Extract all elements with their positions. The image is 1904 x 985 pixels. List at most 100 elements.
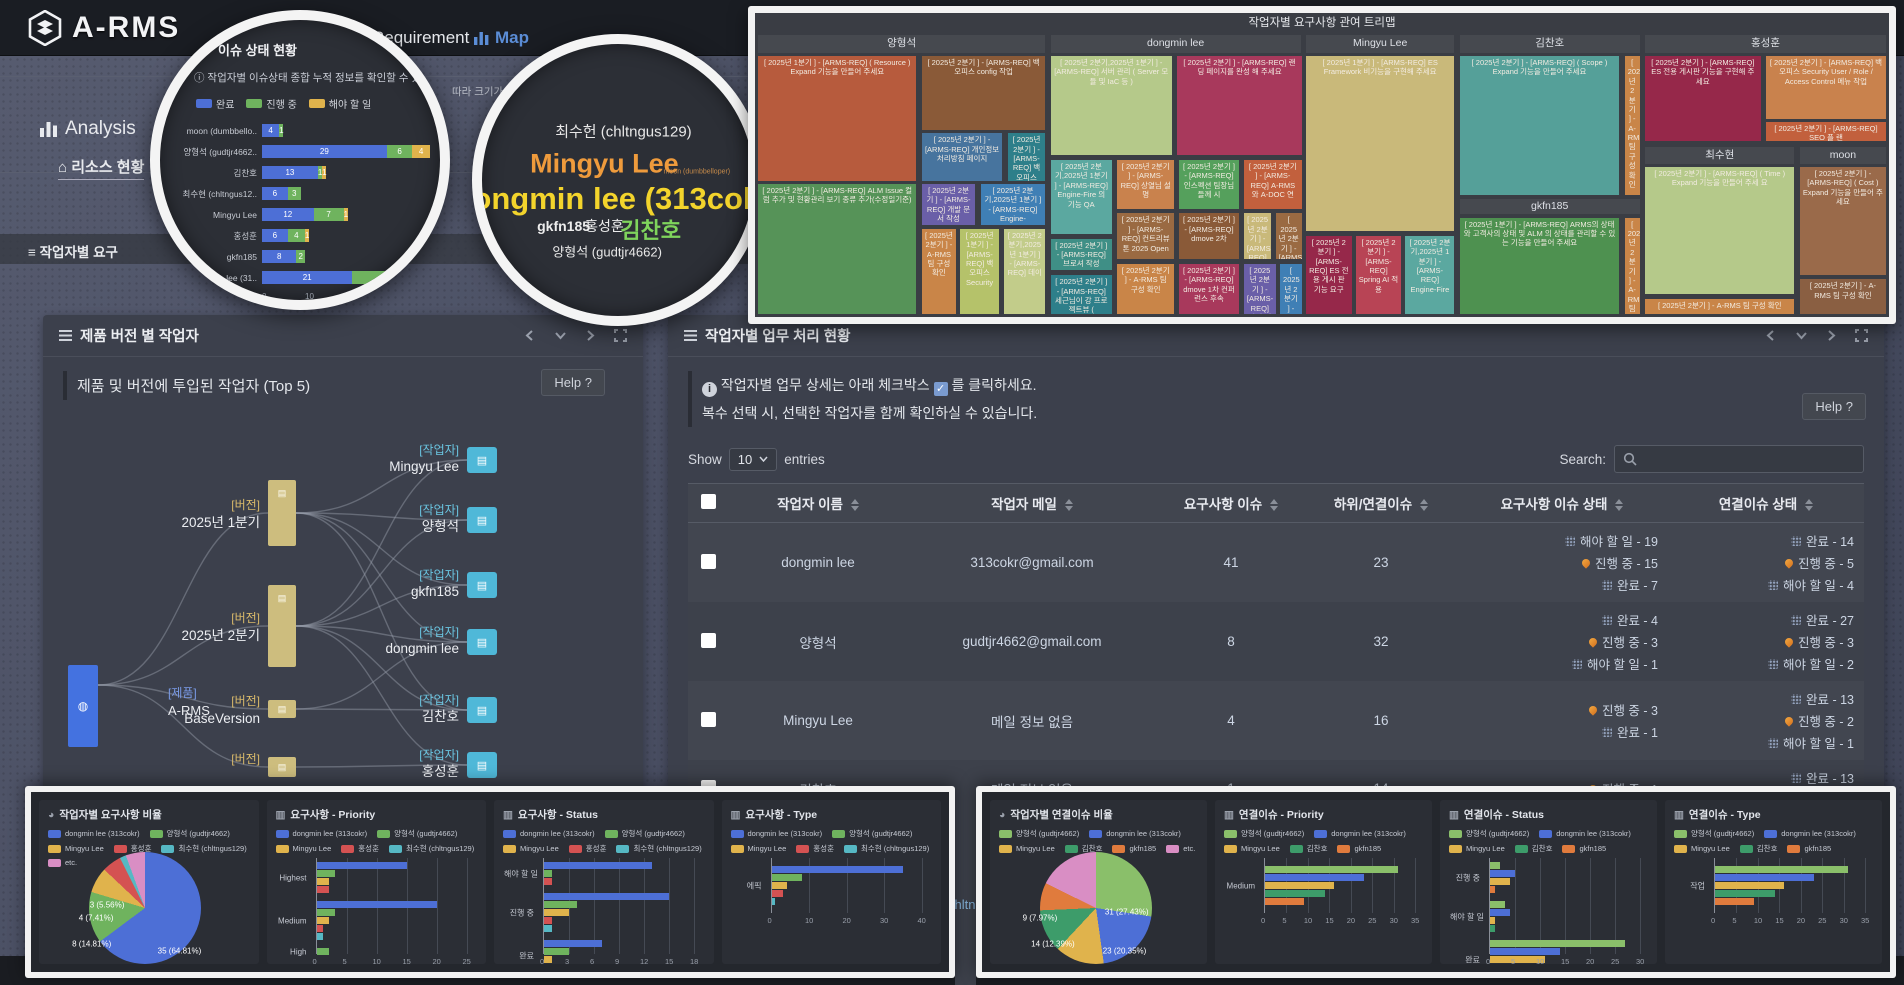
- search-input[interactable]: [1614, 445, 1864, 473]
- sort-icon[interactable]: [1420, 499, 1428, 511]
- worker-name-cell[interactable]: 양형석: [728, 602, 908, 681]
- background-resource-link[interactable]: ⌂ 리소스 현황: [58, 156, 144, 180]
- treemap-cell[interactable]: [ 2025년 2분기 ] - [ARMS-REQ] 랜딩 페이지를 완성 해 …: [1176, 55, 1303, 156]
- axis-tick: 30: [1636, 957, 1644, 964]
- treemap-cell[interactable]: [ 2025년 2분기 ] - [ARMS-REQ] SEO 플 랜: [1765, 121, 1887, 142]
- expand-icon[interactable]: [1855, 329, 1868, 342]
- treemap-cell[interactable]: [ 2025년 2분기 ] - [ARMS-REQ] ( Time ) Expa…: [1644, 166, 1795, 295]
- bar: [1490, 870, 1515, 877]
- pie-slice-label: 31 (27.43%): [1105, 907, 1149, 916]
- column-header[interactable]: 요구사항 이슈: [1156, 484, 1306, 523]
- treemap-cell[interactable]: [ 2025년 1분기 ] - [ARMS-REQ] ( Resource ) …: [757, 55, 917, 181]
- select-all-checkbox[interactable]: [701, 494, 716, 509]
- treemap-cell[interactable]: [ 2025년 2분기 ] - [ARMS-REQ] 백오피스 Security…: [1765, 55, 1887, 120]
- worker-name-cell[interactable]: Mingyu Lee: [728, 681, 908, 760]
- chevron-right-icon[interactable]: [584, 329, 597, 342]
- bar-chart-panel: ▥요구사항 - Typedongmin lee (313cokr)양형석 (gu…: [722, 800, 942, 964]
- treemap-cell[interactable]: [ 2025년 2분기,2025년 1분기 ] - [ARMS-REQ] Eng…: [1404, 235, 1455, 315]
- treemap-cell[interactable]: [ 2025년 2분기 ] - A-RMS 팀 구성 확인: [1644, 298, 1795, 315]
- treemap-cell[interactable]: [ 2025년 2분기 ] - [ARMS-REQ] 컨트리뷰톤 2025 Op…: [1116, 212, 1175, 260]
- expand-icon[interactable]: [614, 329, 627, 342]
- bar: [317, 917, 329, 924]
- req-issue-count: 8: [1156, 602, 1306, 681]
- bar-chart-icon: ▥: [1674, 809, 1684, 821]
- wordcloud-word[interactable]: 양형석 (gudtjr4662): [552, 241, 662, 260]
- treemap-cell[interactable]: [ 2025년 2분기 ] - A-RMS 팀 구성 확인: [1799, 278, 1887, 315]
- treemap-cell[interactable]: [ 2025년 2분기 ] - [ARMS-REQ] 상표권 등록: [1243, 212, 1272, 260]
- sort-icon[interactable]: [1270, 499, 1278, 511]
- help-button[interactable]: Help ?: [1802, 393, 1866, 420]
- treemap-cell[interactable]: [ 2025년 2분기 ] - [ARMS-REQ] 인스펙션 팀장님들께 시: [1178, 159, 1239, 210]
- treemap-cell[interactable]: [ 2025년 2분기 ] - [ARMS-REQ] 개인정보처리방침 페이지: [921, 132, 1003, 181]
- chevron-right-icon[interactable]: [1825, 329, 1838, 342]
- treemap-cell[interactable]: [ 2025년 2분기 ] - A-RMS 팀 구성 확인: [921, 228, 957, 315]
- treemap-cell[interactable]: [ 2025년 2분기,2025년 1분기 ] - [ARMS-REQ] 데이: [1003, 228, 1046, 315]
- row-checkbox[interactable]: [701, 554, 716, 569]
- column-header[interactable]: 연결이슈 상태: [1668, 484, 1864, 523]
- sort-icon[interactable]: [1065, 499, 1073, 511]
- treemap-cell[interactable]: [ 2025년 1분기 ] - [ARMS-REQ] ES Framework …: [1305, 55, 1455, 232]
- chevron-down-icon[interactable]: [554, 329, 567, 342]
- wordcloud-word[interactable]: 홍성훈: [585, 216, 624, 236]
- treemap-cell[interactable]: [ 2025년 2분기 ] - [ARMS-REQ] Spring AI 적용: [1355, 235, 1402, 315]
- bar: [1490, 917, 1495, 924]
- treemap-cell[interactable]: [ 2025년 2분기 ] - [ARMS-REQ] 가격 정책 업데이트: [1243, 263, 1277, 315]
- treemap-cell[interactable]: [ 2025년 2분기 ] - [ARMS-REQ] 특허 출원: [1275, 212, 1303, 260]
- row-checkbox[interactable]: [701, 633, 716, 648]
- treemap-cell[interactable]: [ 2025년 2분기 ] - [ARMS-REQ] ( Cost ) Expa…: [1799, 166, 1887, 276]
- wordcloud-word[interactable]: Mingyu Lee: [530, 148, 679, 179]
- worker-tag: [작업자]: [419, 748, 459, 762]
- treemap-cell[interactable]: [ 2025년 2분기 ] - [ARMS-REQ] 세근님이 강 프로젝트뷰 …: [1050, 274, 1113, 315]
- treemap-cell[interactable]: [ 2025년 1분기 ] - [ARMS-REQ] ARMS의 상태와 고객사…: [1459, 217, 1621, 315]
- legend-item: 양형석 (gudtjr4662): [1674, 828, 1754, 839]
- wordcloud-word[interactable]: 최수헌 (chltngus129): [555, 121, 691, 142]
- sort-icon[interactable]: [1805, 499, 1813, 511]
- wordcloud-word[interactable]: gkfn185: [537, 218, 590, 234]
- wordcloud-word[interactable]: 김찬호: [620, 213, 681, 245]
- mini-panel-title-text: 요구사항 - Priority: [290, 807, 375, 822]
- treemap-cell[interactable]: [ 2025년 2분기 ] - A-RMS 팀 구성 확인: [1116, 263, 1175, 315]
- column-header[interactable]: 작업자 이름: [728, 484, 908, 523]
- treemap-cell[interactable]: [ 2025년 2분기 ] - [ARMS-REQ] 개발 문서 작성: [921, 183, 976, 227]
- sort-icon[interactable]: [1615, 499, 1623, 511]
- treemap-cell[interactable]: [ 2025 년 2분 기 ] - A-RMS 팀 구 성 확: [1624, 217, 1641, 315]
- chevron-down-icon[interactable]: [1795, 329, 1808, 342]
- treemap-cell[interactable]: [ 2025년 2분기 ] - [ARMS-REQ] 브로셔 작성: [1050, 238, 1113, 272]
- treemap-cell[interactable]: [ 2025년 2분기 ] - [ARMS-REQ] ES 전용 게시판 기능을…: [1644, 55, 1762, 142]
- chevron-left-icon[interactable]: [524, 329, 537, 342]
- treemap-cell[interactable]: [ 2025년 2분기 ] - [ARMS-REQ] A-RMS 와 A-DOC…: [1243, 159, 1303, 210]
- treemap-cell[interactable]: [ 2025년 2분기 ] - [ARMS-REQ] ALM Issue 컬럼 …: [757, 183, 917, 315]
- treemap-cell[interactable]: [ 2025년 2분기 ] - [ARMS-REQ] 상열님 설명: [1116, 159, 1175, 210]
- pie-chart-panel: ◕작업자별 요구사항 비율dongmin lee (313cokr)양형석 (g…: [39, 800, 259, 964]
- column-header[interactable]: 하위/연결이슈: [1306, 484, 1456, 523]
- treemap-cell[interactable]: [ 2025년 2분기 ] - [ARMS-REQ] 백오피스 System 작: [1007, 132, 1047, 181]
- page-size-select[interactable]: 10: [729, 448, 777, 471]
- todo-icon: [1768, 659, 1778, 669]
- treemap-cell[interactable]: [ 2025년 2분기 ] - [ARMS-REQ] dmove 1차 컨퍼런스…: [1178, 263, 1239, 315]
- treemap-cell[interactable]: [ 2025년 2분기 ] - A-RMS 팀 구 성 확 인: [1624, 55, 1641, 196]
- wordcloud-word[interactable]: dongmin lee (313cokr): [472, 181, 764, 217]
- treemap-cell[interactable]: [ 2025년 2분기 ] - [ARMS-REQ] ES 전용 게시 판 기능…: [1305, 235, 1352, 315]
- status-label: 진행 중 - 15: [1595, 553, 1658, 572]
- treemap-cell[interactable]: [ 2025년 1분기 ] - [ARMS-REQ] 백오피스 Security: [959, 228, 1000, 315]
- background-analysis-heading: Analysis: [40, 118, 136, 140]
- treemap-cell[interactable]: [ 2025년 2분기 ] - [ARMS-REQ] ( Scope ) Exp…: [1459, 55, 1621, 196]
- treemap-cell[interactable]: [ 2025년 2분기,2025년 1분기 ] - [ARMS-REQ] Eng…: [1050, 159, 1113, 235]
- status-label: 해야 할 일 - 1: [1587, 654, 1658, 673]
- mini-panel-title-text: 연결이슈 - Status: [1464, 807, 1544, 822]
- worker-name-cell[interactable]: dongmin lee: [728, 523, 908, 603]
- column-header[interactable]: 요구사항 이슈 상태: [1456, 484, 1668, 523]
- legend-swatch: [1674, 830, 1687, 838]
- treemap-cell[interactable]: [ 2025년 2분기 ] - [ARMS-REQ] dmove 2차: [1178, 212, 1239, 260]
- sort-icon[interactable]: [851, 499, 859, 511]
- treemap-cell[interactable]: [ 2025 년 2분기 ] - [ARMS-REQ] 소개자료 PPT 업데: [1279, 263, 1303, 315]
- treemap-cell[interactable]: [ 2025년 2분기 ] - [ARMS-REQ] 백오피스 config 작…: [921, 55, 1046, 131]
- app-logo[interactable]: A-RMS: [28, 10, 180, 46]
- column-header[interactable]: 작업자 메일: [908, 484, 1156, 523]
- axis-tick: 10: [1304, 916, 1312, 925]
- treemap-cell[interactable]: [ 2025년 2분기,2025년 1분기 ] - [ARMS-REQ] Eng…: [980, 183, 1047, 227]
- chevron-left-icon[interactable]: [1765, 329, 1778, 342]
- wordcloud-word[interactable]: moon (dumbbelloper): [664, 168, 731, 175]
- treemap-cell[interactable]: [ 2025년 2분기,2025년 1분기 ] - [ARMS-REQ] 서버 …: [1050, 55, 1173, 156]
- row-checkbox[interactable]: [701, 712, 716, 727]
